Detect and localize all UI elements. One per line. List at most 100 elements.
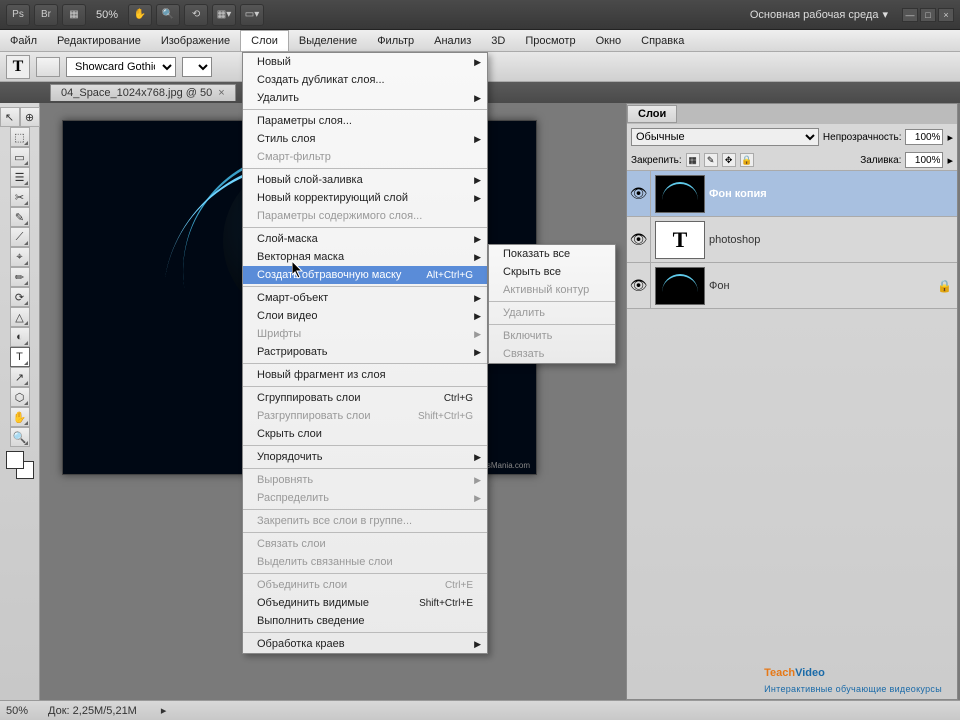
menu-entry[interactable]: Новый корректирующий слой▶ [243,189,487,207]
tool-4[interactable]: ✎ [10,207,30,227]
layer-row[interactable]: 👁Фон🔒 [627,263,957,309]
lock-all-icon[interactable]: 🔒 [740,153,754,167]
menu-item-окно[interactable]: Окно [586,30,632,51]
menu-entry[interactable]: Обработка краев▶ [243,635,487,653]
maximize-button[interactable]: □ [920,8,936,22]
tool-8[interactable]: ⟳ [10,287,30,307]
3d-tool[interactable]: ⊕ [20,107,40,127]
tab-close-icon[interactable]: × [218,87,224,99]
move-tool[interactable]: ↖ [0,107,20,127]
tool-14[interactable]: ✋ [10,407,30,427]
font-style-select[interactable]: Regu [182,57,212,77]
menu-entry: Закрепить все слои в группе... [243,512,487,530]
lock-pixels-icon[interactable]: ✎ [704,153,718,167]
status-arrow-icon[interactable]: ▸ [161,704,167,717]
layers-tab[interactable]: Слои [627,105,677,123]
app-toolbar: Ps Br ▦ 50% ✋ 🔍 ⟲ ▦▾ ▭▾ Основная рабочая… [0,0,960,30]
visibility-icon[interactable]: 👁 [627,217,651,262]
tool-7[interactable]: ✏ [10,267,30,287]
status-zoom[interactable]: 50% [6,705,28,717]
menu-entry[interactable]: Показать все [489,245,615,263]
fill-input[interactable] [905,152,943,168]
document-tab[interactable]: 04_Space_1024x768.jpg @ 50× [50,84,236,101]
workspace-switcher[interactable]: Основная рабочая среда▾ [750,8,888,21]
layers-dropdown-menu: Новый▶Создать дубликат слоя...Удалить▶ Па… [242,52,488,654]
menu-entry[interactable]: Скрыть слои [243,425,487,443]
menu-entry[interactable]: Создать обтравочную маскуAlt+Ctrl+G [243,266,487,284]
tool-6[interactable]: ⌖ [10,247,30,267]
layer-list: 👁Фон копия👁Tphotoshop👁Фон🔒 [627,171,957,309]
menu-entry[interactable]: Скрыть все [489,263,615,281]
layer-row[interactable]: 👁Tphotoshop [627,217,957,263]
menu-item-фильтр[interactable]: Фильтр [367,30,424,51]
lock-position-icon[interactable]: ✥ [722,153,736,167]
blend-mode-select[interactable]: Обычные [631,128,819,146]
font-family-select[interactable]: Showcard Gothic [66,57,176,77]
tool-3[interactable]: ✂ [10,187,30,207]
tool-13[interactable]: ⬡ [10,387,30,407]
menu-entry[interactable]: Слой-маска▶ [243,230,487,248]
layer-thumbnail[interactable] [655,175,705,213]
menu-item-3d[interactable]: 3D [481,30,515,51]
visibility-icon[interactable]: 👁 [627,171,651,216]
menu-entry[interactable]: Новый фрагмент из слоя [243,366,487,384]
bridge-icon[interactable]: Br [34,4,58,26]
zoom-tool-icon[interactable]: 🔍 [156,4,180,26]
layer-name[interactable]: photoshop [709,234,957,246]
layer-name[interactable]: Фон копия [709,188,957,200]
minimize-button[interactable]: — [902,8,918,22]
arrange-icon[interactable]: ▦▾ [212,4,236,26]
tool-11[interactable]: T [10,347,30,367]
tool-12[interactable]: ↗ [10,367,30,387]
menu-entry[interactable]: Упорядочить▶ [243,448,487,466]
hand-tool-icon[interactable]: ✋ [128,4,152,26]
menu-item-просмотр[interactable]: Просмотр [515,30,585,51]
menu-item-файл[interactable]: Файл [0,30,47,51]
opacity-slider-icon[interactable]: ▸ [947,131,953,144]
menu-item-выделение[interactable]: Выделение [289,30,367,51]
tool-15[interactable]: 🔍 [10,427,30,447]
layer-thumbnail[interactable] [655,267,705,305]
menu-entry[interactable]: Растрировать▶ [243,343,487,361]
layer-row[interactable]: 👁 Фон копия [627,171,957,217]
menu-item-слои[interactable]: Слои [240,30,289,51]
vector-mask-submenu: Показать всеСкрыть всеАктивный контурУда… [488,244,616,364]
layer-thumbnail[interactable]: T [655,221,705,259]
screen-mode-icon[interactable]: ▭▾ [240,4,264,26]
menu-entry[interactable]: Смарт-объект▶ [243,289,487,307]
menu-entry[interactable]: Объединить видимыеShift+Ctrl+E [243,594,487,612]
menu-item-редактирование[interactable]: Редактирование [47,30,151,51]
fill-slider-icon[interactable]: ▸ [947,154,953,167]
rotate-icon[interactable]: ⟲ [184,4,208,26]
menu-entry[interactable]: Выполнить сведение [243,612,487,630]
tool-9[interactable]: △ [10,307,30,327]
visibility-icon[interactable]: 👁 [627,263,651,308]
tool-2[interactable]: ☰ [10,167,30,187]
menu-entry[interactable]: Новый слой-заливка▶ [243,171,487,189]
color-swatches[interactable] [6,451,34,479]
menu-entry[interactable]: Слои видео▶ [243,307,487,325]
menu-item-анализ[interactable]: Анализ [424,30,481,51]
submenu-arrow-icon: ▶ [474,175,481,186]
opacity-input[interactable] [905,129,943,145]
menu-item-изображение[interactable]: Изображение [151,30,240,51]
tool-0[interactable]: ⬚ [10,127,30,147]
zoom-display[interactable]: 50% [96,9,118,21]
orientation-button[interactable] [36,57,60,77]
menu-entry[interactable]: Удалить▶ [243,89,487,107]
tool-5[interactable]: ⟋ [10,227,30,247]
menu-entry[interactable]: Стиль слоя▶ [243,130,487,148]
close-button[interactable]: × [938,8,954,22]
menu-item-справка[interactable]: Справка [631,30,694,51]
layouts-icon[interactable]: ▦ [62,4,86,26]
ps-icon[interactable]: Ps [6,4,30,26]
menu-entry[interactable]: Сгруппировать слоиCtrl+G [243,389,487,407]
menu-entry[interactable]: Новый▶ [243,53,487,71]
menu-entry[interactable]: Параметры слоя... [243,112,487,130]
lock-transparency-icon[interactable]: ▦ [686,153,700,167]
tool-10[interactable]: ◐ [10,327,30,347]
menu-entry[interactable]: Создать дубликат слоя... [243,71,487,89]
layer-name[interactable]: Фон [709,280,937,292]
menu-entry[interactable]: Векторная маска▶ [243,248,487,266]
tool-1[interactable]: ▭ [10,147,30,167]
